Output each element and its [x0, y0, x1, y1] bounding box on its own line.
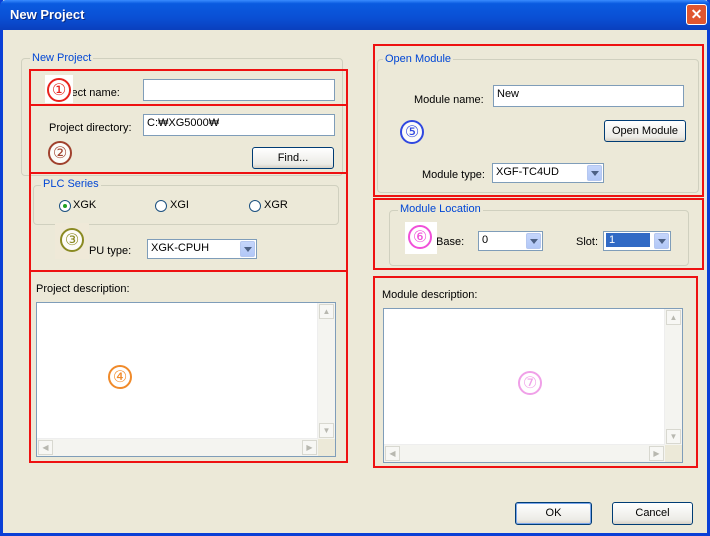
highlight-box-1 — [29, 69, 348, 106]
cancel-button[interactable]: Cancel — [612, 502, 693, 525]
new-project-group-title: New Project — [30, 52, 94, 64]
annotation-badge-4: ④ — [108, 365, 132, 389]
ok-button[interactable]: OK — [515, 502, 592, 525]
annotation-badge-6: ⑥ — [408, 225, 432, 249]
close-button[interactable]: ✕ — [686, 4, 707, 25]
close-icon[interactable]: ✕ — [691, 6, 703, 22]
window-title: New Project — [10, 7, 85, 22]
annotation-badge-1: ① — [47, 78, 71, 102]
annotation-badge-2: ② — [48, 141, 72, 165]
annotation-badge-7: ⑦ — [518, 371, 542, 395]
highlight-box-2 — [29, 104, 348, 174]
highlight-box-5 — [373, 44, 704, 197]
annotation-badge-5: ⑤ — [400, 120, 424, 144]
new-project-dialog: New Project ✕ New Project Project name: … — [0, 0, 710, 536]
highlight-box-4 — [29, 270, 348, 463]
annotation-badge-3: ③ — [60, 228, 84, 252]
title-bar: New Project ✕ — [0, 0, 710, 30]
